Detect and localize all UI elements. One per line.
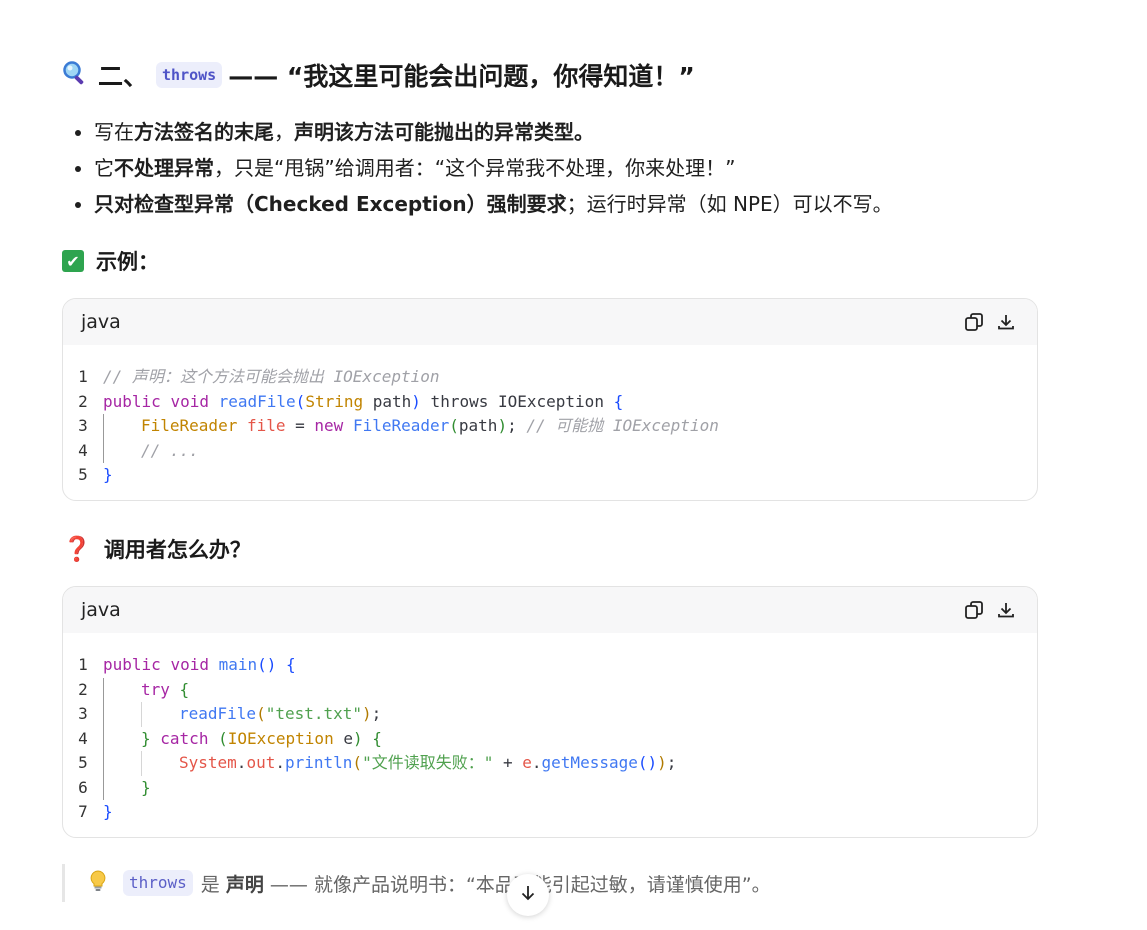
code-block-header: java (63, 587, 1037, 633)
bullet-text: 它 (94, 156, 114, 180)
download-icon[interactable] (995, 311, 1017, 333)
code-text: try { (103, 677, 189, 702)
list-item: 写在方法签名的末尾，声明该方法可能抛出的异常类型。 (94, 114, 994, 150)
code-text: public void readFile(String path) throws… (103, 391, 624, 411)
code-text: readFile("test.txt"); (103, 702, 381, 727)
code-text: } catch (IOException e) { (103, 726, 382, 751)
caller-heading: ❓ 调用者怎么办？ (62, 533, 251, 565)
code-language: java (81, 599, 121, 621)
line-number: 5 (78, 753, 88, 772)
bullet-text: ，只是“甩锅”给调用者：“这个异常我不处理，你来处理！” (214, 156, 736, 180)
code-line: 5 } (63, 463, 1037, 488)
code-body: 1 public void main() { 2 try { 3 readFil… (63, 633, 1037, 837)
code-line: 4 // ... (63, 438, 1037, 463)
code-text: public void main() { (103, 655, 296, 674)
line-number: 7 (78, 802, 88, 821)
copy-icon[interactable] (963, 599, 985, 621)
code-text: } (103, 802, 113, 821)
example-heading: ✔ 示例： (62, 245, 159, 277)
heading-prefix: 二、 (98, 62, 149, 91)
code-line: 3 readFile("test.txt"); (63, 702, 1037, 727)
code-language: java (81, 311, 121, 333)
code-body: 1 // 声明：这个方法可能会抛出 IOException 2 public v… (63, 345, 1037, 500)
scroll-to-bottom-button[interactable] (507, 874, 549, 916)
code-text: FileReader file = new FileReader(path); … (103, 414, 719, 439)
code-comment: // 声明：这个方法可能会抛出 IOException (103, 367, 440, 386)
line-number: 6 (78, 777, 88, 797)
heading-suffix: —— “我这里可能会出问题，你得知道！” (228, 62, 695, 91)
section-heading: 二、 throws —— “我这里可能会出问题，你得知道！” (62, 57, 695, 93)
tip-text: 是 (200, 873, 220, 896)
line-number: 5 (78, 465, 88, 484)
magnifier-icon (62, 60, 88, 91)
lightbulb-icon (89, 869, 107, 897)
caller-heading-label: 调用者怎么办？ (103, 538, 251, 562)
code-line: 7 } (63, 800, 1037, 825)
question-mark-icon: ❓ (62, 535, 92, 563)
bullet-bold: 方法签名的末尾 (134, 120, 274, 144)
bullet-text: ；运行时异常（如 NPE）可以不写。 (566, 192, 893, 216)
code-block: java 1 public void main() {2 try {3 re… (62, 586, 1038, 838)
line-number: 2 (78, 391, 88, 411)
code-line: 3 FileReader file = new FileReader(path)… (63, 414, 1037, 439)
heading-inline-code: throws (156, 62, 223, 88)
line-number: 3 (78, 704, 88, 723)
list-item: 只对检查型异常（Checked Exception）强制要求；运行时异常（如 N… (94, 186, 994, 222)
list-item: 它不处理异常，只是“甩锅”给调用者：“这个异常我不处理，你来处理！” (94, 150, 994, 186)
bullet-bold: 声明该方法可能抛出的异常类型。 (294, 120, 594, 144)
code-tools (963, 311, 1017, 333)
code-line: 1 public void main() { (63, 653, 1037, 678)
line-number: 4 (78, 440, 88, 460)
bullet-bold: 只对检查型异常（Checked Exception）强制要求 (94, 192, 567, 216)
line-number: 1 (78, 367, 88, 386)
tip-inline-code: throws (123, 870, 193, 896)
code-line: 6 } (63, 775, 1037, 800)
line-number: 2 (78, 679, 88, 699)
code-text: // ... (103, 438, 199, 463)
code-line: 5 System.out.println("文件读取失败：" + e.getMe… (63, 751, 1037, 776)
bullet-text: ， (274, 120, 294, 144)
tip-blockquote: throws 是 声明 —— 就像产品说明书：“本品可能引起过敏，请谨慎使用”。 (62, 864, 771, 902)
download-icon[interactable] (995, 599, 1017, 621)
arrow-down-icon (519, 884, 537, 906)
code-line: 2 public void readFile(String path) thro… (63, 390, 1037, 415)
tip-bold: 声明 (225, 873, 264, 896)
code-line: 2 try { (63, 677, 1037, 702)
line-number: 1 (78, 655, 88, 674)
bullet-text: 写在 (94, 120, 134, 144)
code-text: System.out.println("文件读取失败：" + e.getMess… (103, 751, 676, 776)
code-line: 1 // 声明：这个方法可能会抛出 IOException (63, 365, 1037, 390)
copy-icon[interactable] (963, 311, 985, 333)
code-block-header: java (63, 299, 1037, 345)
code-block: java 1 // 声明：这个方法可能会抛出 IOException 2 pub… (62, 298, 1038, 501)
code-tools (963, 599, 1017, 621)
bullet-bold: 不处理异常 (114, 156, 214, 180)
line-number: 3 (78, 416, 88, 435)
bullet-list: 写在方法签名的末尾，声明该方法可能抛出的异常类型。 它不处理异常，只是“甩锅”给… (62, 114, 994, 222)
code-line: 4 } catch (IOException e) { (63, 726, 1037, 751)
code-text: } (103, 465, 113, 484)
code-text: } (103, 775, 151, 800)
example-heading-label: 示例： (96, 250, 159, 274)
line-number: 4 (78, 728, 88, 748)
check-mark-icon: ✔ (62, 250, 84, 272)
